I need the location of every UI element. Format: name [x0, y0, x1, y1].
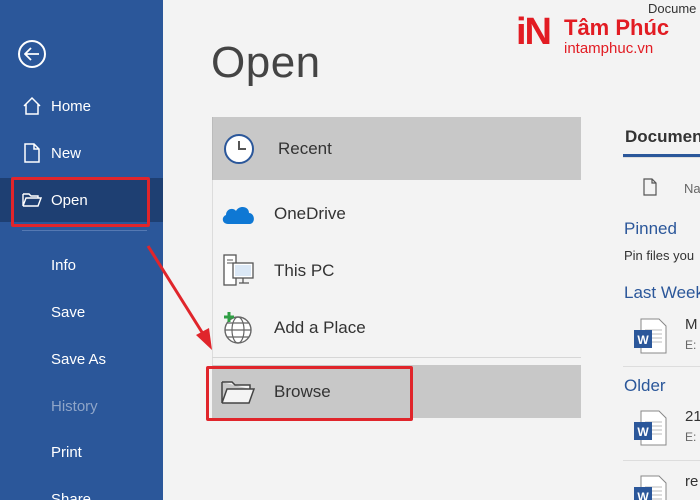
file-type-icon	[643, 178, 657, 196]
tab-separator	[623, 157, 700, 158]
sidebar-item-label: History	[51, 397, 98, 415]
document-path: E:	[685, 338, 697, 352]
site-logo: iN Tâm Phúc intamphuc.vn	[516, 10, 700, 57]
back-arrow-icon	[24, 47, 39, 61]
back-arrow-button[interactable]	[18, 40, 46, 68]
computer-icon	[220, 253, 256, 289]
locations-divider	[212, 357, 581, 358]
sidebar-item-print[interactable]: Print	[0, 430, 163, 474]
sidebar-item-label: Info	[51, 256, 77, 274]
section-last-week: Last Week	[624, 283, 700, 302]
home-icon	[22, 96, 42, 116]
document-row[interactable]: W re	[623, 465, 700, 500]
location-label: Add a Place	[274, 318, 366, 337]
document-path: E:	[685, 430, 697, 444]
new-document-icon	[22, 143, 42, 163]
backstage-sidebar: Home New Open Info Save Save As History …	[0, 0, 163, 500]
logo-domain: intamphuc.vn	[564, 40, 654, 57]
svg-text:W: W	[637, 490, 649, 500]
column-header-name[interactable]: Na	[684, 181, 700, 196]
location-onedrive[interactable]: OneDrive	[212, 185, 581, 243]
document-name: re	[685, 473, 699, 490]
document-name: M	[685, 316, 698, 333]
location-label: OneDrive	[274, 204, 346, 223]
sidebar-item-label: Share	[51, 490, 92, 500]
logo-mark: iN	[516, 11, 552, 53]
browse-highlight-box	[206, 366, 413, 421]
row-separator	[623, 366, 700, 367]
location-add-a-place[interactable]: Add a Place	[212, 299, 581, 357]
sidebar-item-label: Save As	[51, 350, 107, 368]
sidebar-item-info[interactable]: Info	[0, 243, 163, 287]
sidebar-divider	[22, 230, 147, 231]
svg-text:W: W	[637, 425, 649, 439]
sidebar-item-save[interactable]: Save	[0, 290, 163, 334]
location-recent[interactable]: Recent	[212, 117, 581, 180]
sidebar-item-label: Print	[51, 443, 82, 461]
pinned-hint-text: Pin files you	[624, 248, 695, 263]
document-row[interactable]: W M E:	[623, 308, 700, 368]
section-pinned: Pinned	[624, 219, 677, 238]
row-separator	[623, 460, 700, 461]
location-label: This PC	[274, 261, 335, 280]
document-name: 21	[685, 408, 700, 425]
tab-documents[interactable]: Documen	[625, 127, 700, 147]
sidebar-item-share[interactable]: Share	[0, 477, 163, 500]
open-highlight-box	[11, 177, 150, 227]
word-document-icon: W	[634, 318, 667, 354]
page-title: Open	[211, 38, 321, 87]
section-older: Older	[624, 376, 666, 395]
clock-icon	[221, 131, 257, 167]
sidebar-item-home[interactable]: Home	[0, 84, 163, 128]
logo-name: Tâm Phúc	[564, 15, 670, 40]
cloud-icon	[220, 196, 256, 232]
location-this-pc[interactable]: This PC	[212, 242, 581, 300]
sidebar-item-label: New	[51, 144, 82, 162]
word-document-icon: W	[634, 475, 667, 500]
location-label: Recent	[278, 138, 332, 158]
svg-text:W: W	[637, 333, 649, 347]
document-row[interactable]: W 21 E:	[623, 400, 700, 460]
sidebar-item-history: History	[0, 384, 163, 428]
sidebar-item-new[interactable]: New	[0, 131, 163, 175]
sidebar-item-label: Save	[51, 303, 86, 321]
add-place-globe-icon	[220, 310, 256, 346]
sidebar-item-save-as[interactable]: Save As	[0, 337, 163, 381]
sidebar-item-label: Home	[51, 97, 92, 115]
word-document-icon: W	[634, 410, 667, 446]
